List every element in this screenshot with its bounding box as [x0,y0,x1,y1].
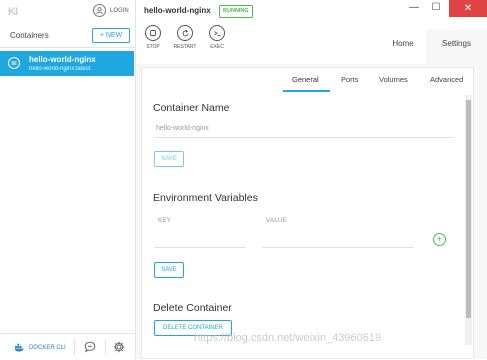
tab-home[interactable]: Home [380,29,426,64]
active-subtab-indicator [283,90,330,92]
key-input[interactable] [154,247,246,248]
add-env-var-icon[interactable]: + [433,233,446,246]
stop-label: STOP [146,44,160,50]
restart-label: RESTART [173,44,197,50]
docker-cli-label: DOCKER CLI [29,344,66,351]
status-badge: RUNNING [219,5,253,18]
scrollbar-thumb[interactable] [466,100,471,318]
maximize-button[interactable]: ☐ [426,2,446,13]
exec-button[interactable]: EXEC [205,25,229,50]
container-header: hello-world-nginx RUNNING STOP RESTART E… [136,0,487,64]
containers-heading: Containers [10,31,49,40]
watermark: https://blog.csdn.net/weixin_43960619 [194,332,382,344]
container-list-item[interactable]: hello-world-nginx hello-world-nginx:late… [0,51,134,76]
terminal-icon [209,25,225,41]
docker-cli-button[interactable]: DOCKER CLI [14,343,66,352]
save-name-button[interactable]: SAVE [154,151,184,167]
close-button[interactable]: ✕ [449,0,487,17]
env-vars-heading: Environment Variables [153,192,258,204]
restart-button[interactable]: RESTART [173,25,197,50]
tab-settings[interactable]: Settings [426,29,487,64]
sidebar: KI LOGIN Containers + NEW hello-world-ng… [0,0,136,359]
key-column-label: KEY [158,217,172,224]
minimize-button[interactable]: — [404,2,424,13]
stop-button[interactable]: STOP [141,25,165,50]
container-image: hello-world-nginx:latest [29,66,91,72]
container-title: hello-world-nginx [144,6,211,15]
login-button[interactable]: LOGIN [93,4,129,17]
delete-container-heading: Delete Container [153,302,232,314]
footer-separator [105,339,106,355]
container-name-heading: Container Name [153,102,230,114]
container-name: hello-world-nginx [29,55,96,64]
subtab-general[interactable]: General [292,75,319,84]
login-label: LOGIN [110,7,129,14]
container-name-input[interactable]: hello-world-nginx [156,125,209,132]
gear-icon[interactable] [113,341,125,353]
feedback-chat-icon[interactable] [84,341,96,353]
footer-separator [74,339,75,355]
settings-panel: General Ports Volumes Advanced Container… [141,67,474,359]
value-input[interactable] [262,247,414,248]
docker-icon [14,343,24,352]
restart-icon [177,25,193,41]
sidebar-divider [0,47,135,48]
save-env-button[interactable]: SAVE [154,262,184,278]
stop-icon [145,25,161,41]
subtab-ports[interactable]: Ports [341,75,359,84]
main-area: hello-world-nginx RUNNING STOP RESTART E… [136,0,487,359]
new-container-button[interactable]: + NEW [92,28,130,43]
user-icon [93,4,106,17]
subtab-advanced[interactable]: Advanced [430,75,463,84]
subtab-volumes[interactable]: Volumes [379,75,408,84]
container-status-icon [8,57,20,69]
sidebar-footer: DOCKER CLI [0,333,135,360]
input-underline [154,137,454,138]
kitematic-logo: KI [8,6,18,18]
exec-label: EXEC [210,44,224,50]
value-column-label: VALUE [266,217,287,224]
